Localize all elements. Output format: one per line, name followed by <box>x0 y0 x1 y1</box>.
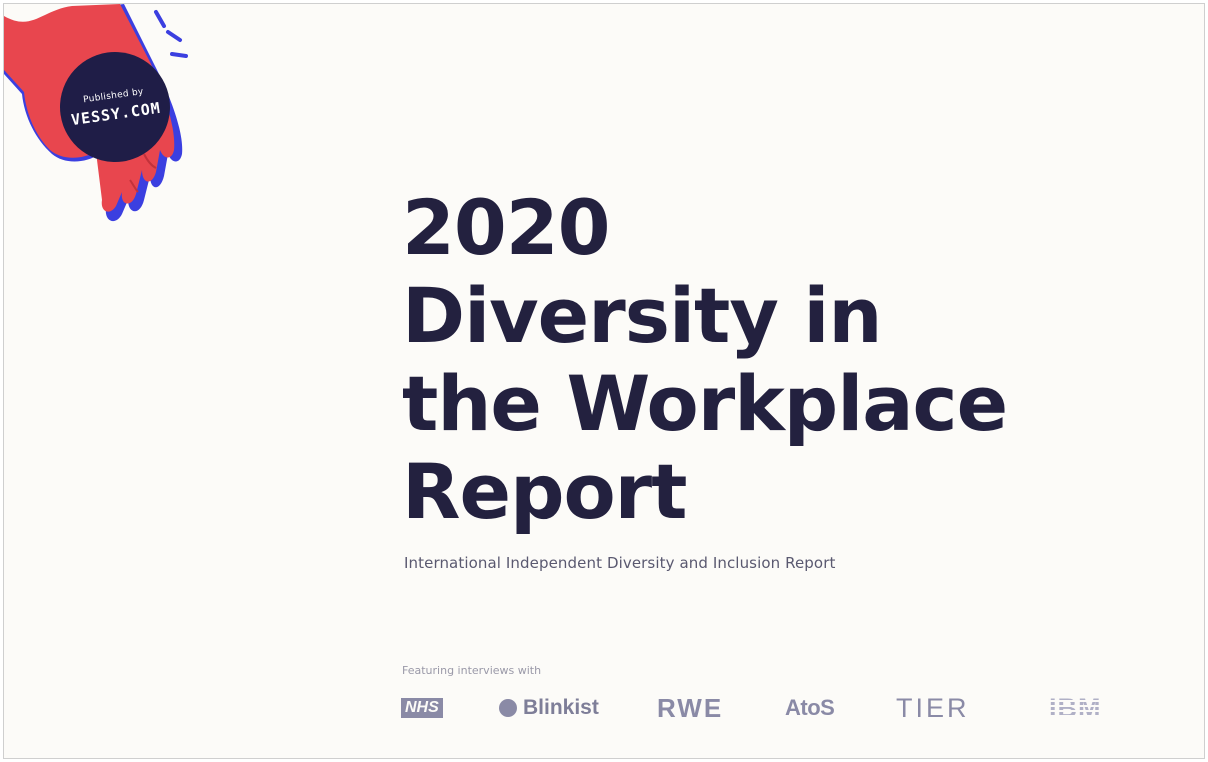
title-line-4: Report <box>402 447 688 536</box>
blinkist-icon <box>499 699 517 717</box>
nhs-logo: NHS <box>401 698 443 718</box>
ibm-logo: IBM <box>1049 692 1102 723</box>
hand-illustration: Published by VESSY.COM <box>4 4 204 234</box>
atos-logo: AtoS <box>785 695 835 720</box>
title-line-year: 2020 <box>402 183 611 272</box>
report-subtitle: International Independent Diversity and … <box>404 554 836 572</box>
featuring-label: Featuring interviews with <box>402 664 542 677</box>
report-cover: Published by VESSY.COM 2020 Diversity in… <box>3 3 1205 759</box>
blinkist-logo-text: Blinkist <box>523 696 599 719</box>
title-line-3: the Workplace <box>402 359 1008 448</box>
title-line-2: Diversity in <box>402 271 882 360</box>
blinkist-logo: Blinkist <box>499 692 599 724</box>
rwe-logo: RWE <box>657 692 724 723</box>
report-title: 2020 Diversity in the Workplace Report <box>402 183 1008 536</box>
tier-logo: TIER <box>896 692 970 723</box>
partner-logos: NHS Blinkist RWE AtoS TIER IBM <box>399 692 1119 724</box>
